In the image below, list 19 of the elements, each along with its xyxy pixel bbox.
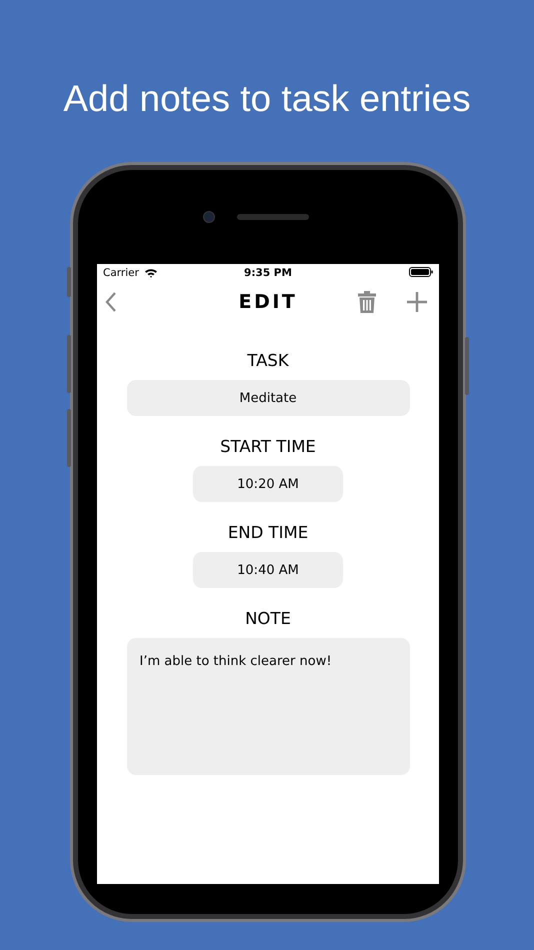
field-label: END TIME (228, 523, 308, 543)
speaker-grille (237, 214, 309, 220)
clock-time: 9:35 PM (244, 267, 292, 279)
carrier-label: Carrier (103, 267, 139, 279)
screen-title: EDIT (238, 291, 298, 313)
add-icon[interactable] (406, 291, 428, 313)
wifi-icon (144, 268, 158, 278)
note-field[interactable]: I’m able to think clearer now! (126, 638, 410, 775)
input-field[interactable]: 10:20 AM (193, 466, 343, 502)
trash-icon[interactable] (358, 291, 376, 313)
field-label: START TIME (220, 437, 316, 457)
input-field[interactable]: Meditate (126, 380, 410, 416)
back-icon[interactable] (105, 292, 117, 312)
battery-icon (409, 266, 433, 276)
headline: Add notes to task entries (62, 77, 472, 121)
field-label: TASK (247, 351, 289, 371)
camera-icon (203, 211, 215, 223)
input-field[interactable]: 10:40 AM (193, 552, 343, 588)
field-label: NOTE (245, 609, 291, 629)
